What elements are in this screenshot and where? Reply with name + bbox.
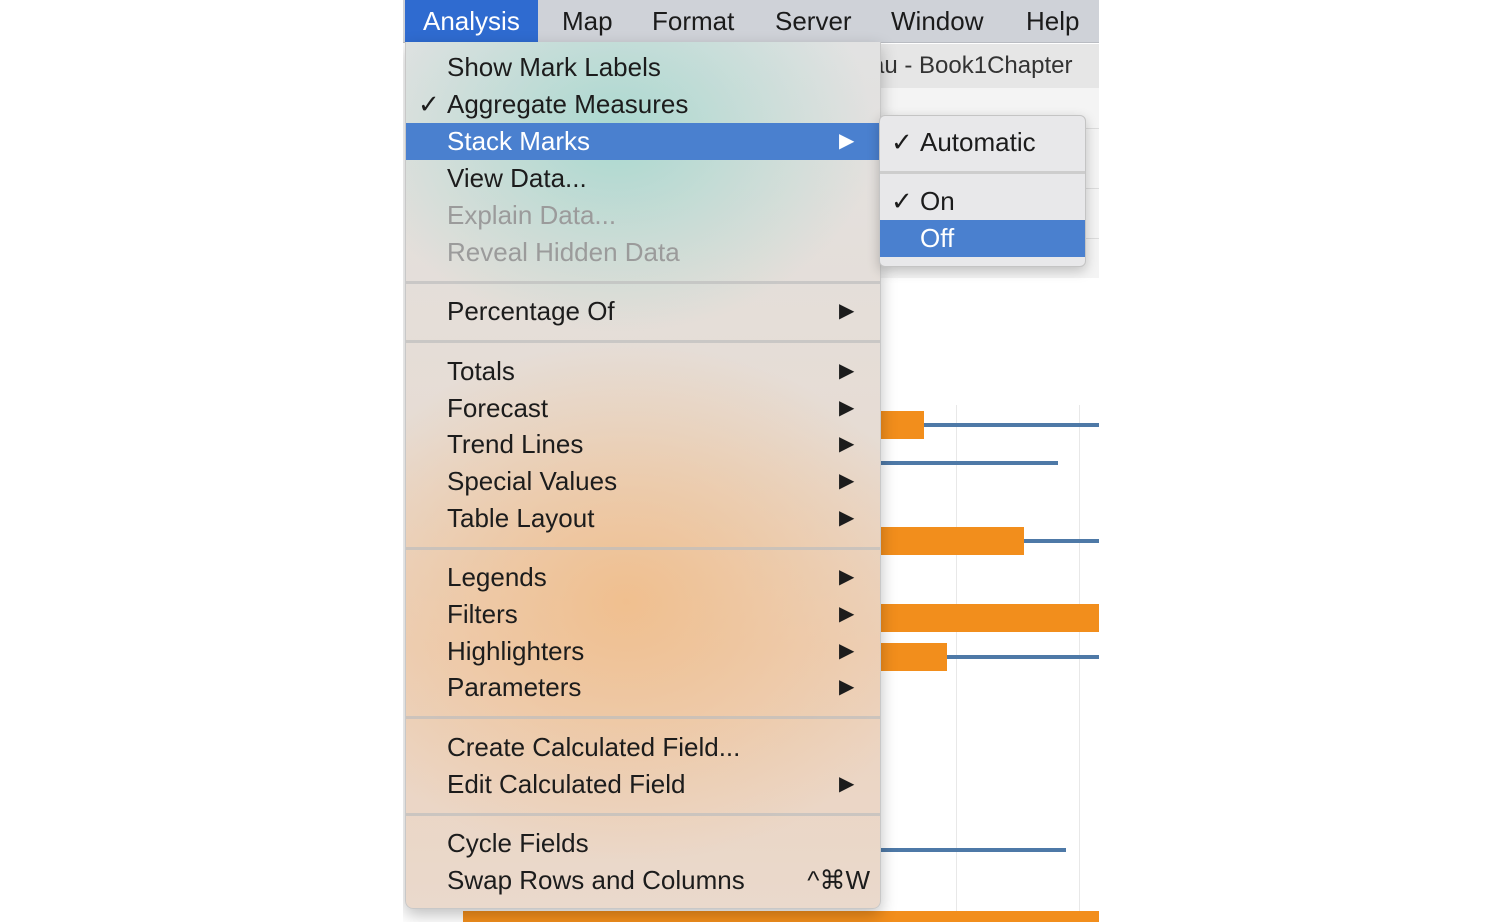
menu-item-swap-rows-and-columns[interactable]: Swap Rows and Columns ^⌘W — [406, 862, 880, 899]
chart-line — [924, 423, 1099, 427]
menu-item-trend-lines[interactable]: Trend Lines ▶ — [406, 426, 880, 463]
chart-line — [1024, 539, 1099, 543]
menu-item-table-layout[interactable]: Table Layout ▶ — [406, 500, 880, 537]
menu-item-label: Highlighters — [447, 636, 585, 666]
menu-item-special-values[interactable]: Special Values ▶ — [406, 463, 880, 500]
menu-item-cycle-fields[interactable]: Cycle Fields — [406, 825, 880, 862]
menubar-server[interactable]: Server — [757, 0, 870, 42]
submenu-arrow-icon: ▶ — [839, 397, 855, 419]
submenu-item-off[interactable]: Off — [880, 220, 1085, 257]
menu-item-edit-calculated-field[interactable]: Edit Calculated Field ▶ — [406, 766, 880, 803]
menubar-format[interactable]: Format — [634, 0, 752, 42]
submenu-arrow-icon: ▶ — [839, 640, 855, 662]
menubar-help[interactable]: Help — [1008, 0, 1097, 42]
menu-item-label: Create Calculated Field... — [447, 732, 741, 762]
gridline — [1079, 405, 1080, 922]
chart-bar — [879, 411, 924, 439]
menu-item-forecast[interactable]: Forecast ▶ — [406, 390, 880, 427]
checkmark-icon: ✓ — [891, 127, 913, 157]
menu-item-totals[interactable]: Totals ▶ — [406, 353, 880, 390]
submenu-arrow-icon: ▶ — [839, 130, 855, 152]
menu-item-label: Trend Lines — [447, 429, 584, 459]
menu-item-filters[interactable]: Filters ▶ — [406, 596, 880, 633]
menu-item-label: View Data... — [447, 163, 587, 193]
menu-item-label: Filters — [447, 599, 518, 629]
chart-line — [879, 848, 1066, 852]
menu-item-show-mark-labels[interactable]: Show Mark Labels — [406, 49, 880, 86]
menu-item-label: Stack Marks — [447, 126, 591, 156]
menubar-analysis[interactable]: Analysis — [405, 0, 538, 42]
submenu-arrow-icon: ▶ — [839, 507, 855, 529]
submenu-arrow-icon: ▶ — [839, 676, 855, 698]
chart-bar — [879, 527, 1024, 555]
gridline — [956, 405, 957, 922]
chart-bar — [879, 643, 947, 671]
menu-item-highlighters[interactable]: Highlighters ▶ — [406, 633, 880, 670]
submenu-item-label: On — [920, 186, 955, 216]
submenu-arrow-icon: ▶ — [839, 470, 855, 492]
submenu-arrow-icon: ▶ — [839, 433, 855, 455]
menu-separator — [406, 281, 880, 284]
menu-item-aggregate-measures[interactable]: ✓ Aggregate Measures — [406, 86, 880, 123]
menu-separator — [406, 716, 880, 719]
screenshot-region: Analysis Map Format Server Window Help a… — [403, 0, 1099, 922]
menu-item-explain-data: Explain Data... — [406, 197, 880, 234]
menu-separator — [880, 171, 1085, 174]
menu-separator — [406, 547, 880, 550]
menu-separator — [406, 813, 880, 816]
menu-item-label: Forecast — [447, 393, 549, 423]
submenu-arrow-icon: ▶ — [839, 603, 855, 625]
checkmark-icon: ✓ — [891, 186, 913, 216]
submenu-item-automatic[interactable]: ✓ Automatic — [880, 124, 1085, 161]
menu-item-label: Edit Calculated Field — [447, 769, 686, 799]
submenu-arrow-icon: ▶ — [839, 300, 855, 322]
menu-item-label: Show Mark Labels — [447, 52, 661, 82]
menu-item-label: Swap Rows and Columns — [447, 865, 745, 895]
submenu-item-label: Off — [920, 223, 955, 253]
menu-item-reveal-hidden-data: Reveal Hidden Data — [406, 234, 880, 271]
menu-item-create-calculated-field[interactable]: Create Calculated Field... — [406, 729, 880, 766]
submenu-arrow-icon: ▶ — [839, 566, 855, 588]
chart-line — [947, 655, 1099, 659]
submenu-item-label: Automatic — [920, 127, 1036, 157]
chart-line — [879, 461, 1058, 465]
menu-item-parameters[interactable]: Parameters ▶ — [406, 669, 880, 706]
menu-bar: Analysis Map Format Server Window Help — [403, 0, 1099, 43]
menubar-map[interactable]: Map — [544, 0, 631, 42]
menu-item-label: Table Layout — [447, 503, 595, 533]
menu-item-view-data[interactable]: View Data... — [406, 160, 880, 197]
menu-item-label: Aggregate Measures — [447, 89, 689, 119]
menu-item-stack-marks[interactable]: Stack Marks ▶ — [406, 123, 880, 160]
menubar-window[interactable]: Window — [873, 0, 1001, 42]
checkmark-icon: ✓ — [418, 89, 440, 119]
submenu-arrow-icon: ▶ — [839, 773, 855, 795]
menu-item-label: Reveal Hidden Data — [447, 237, 680, 267]
menu-item-legends[interactable]: Legends ▶ — [406, 559, 880, 596]
stack-marks-submenu: ✓ Automatic ✓ On Off — [879, 115, 1086, 267]
menu-separator — [406, 340, 880, 343]
submenu-arrow-icon: ▶ — [839, 360, 855, 382]
menu-item-label: Explain Data... — [447, 200, 617, 230]
menu-item-label: Totals — [447, 356, 515, 386]
menu-item-label: Cycle Fields — [447, 828, 589, 858]
chart-bar — [463, 911, 1099, 922]
menu-item-label: Legends — [447, 562, 547, 592]
window-title-bar: au - Book1Chapter — [879, 44, 1099, 89]
menu-item-label: Percentage Of — [447, 296, 615, 326]
window-title: au - Book1Chapter — [879, 52, 1073, 79]
keyboard-shortcut: ^⌘W — [807, 865, 870, 895]
menu-item-label: Special Values — [447, 466, 618, 496]
chart-bar — [879, 604, 1099, 632]
menu-item-label: Parameters — [447, 672, 582, 702]
menu-item-percentage-of[interactable]: Percentage Of ▶ — [406, 293, 880, 330]
analysis-menu: Show Mark Labels ✓ Aggregate Measures St… — [405, 42, 881, 909]
submenu-item-on[interactable]: ✓ On — [880, 183, 1085, 220]
